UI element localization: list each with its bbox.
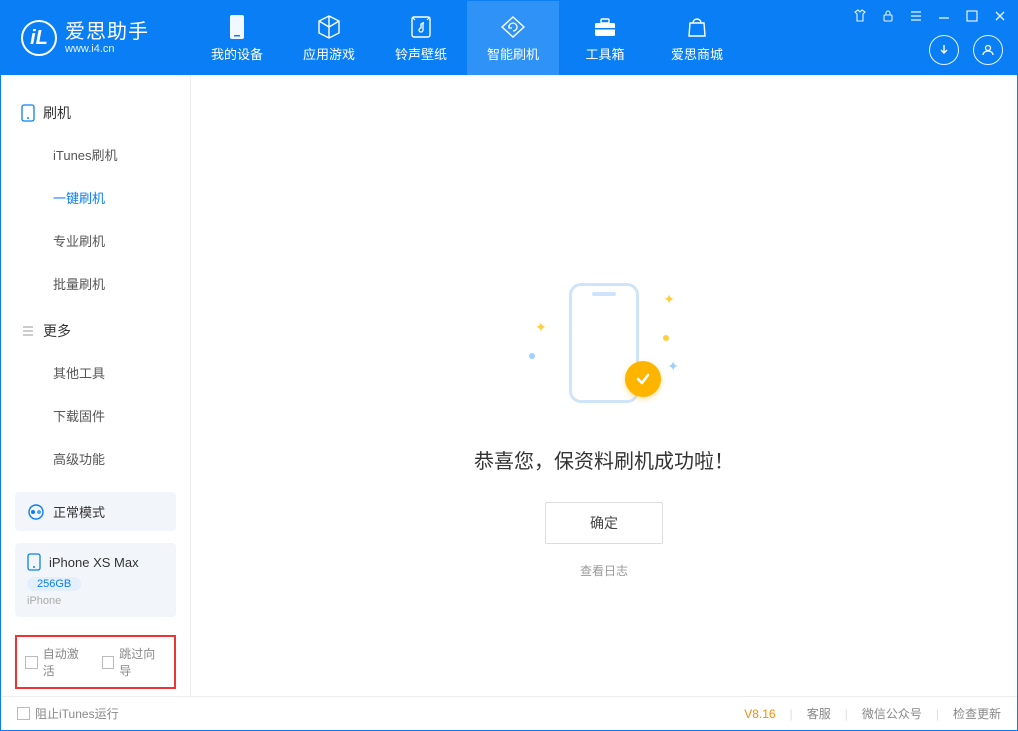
tab-my-device[interactable]: 我的设备 bbox=[191, 1, 283, 75]
sidebar-item-download-firmware[interactable]: 下载固件 bbox=[1, 394, 190, 437]
success-illustration: ✦ ✦ ✦ bbox=[529, 275, 679, 415]
sparkle-icon: ✦ bbox=[667, 358, 679, 375]
phone-icon bbox=[21, 104, 35, 122]
app-body: 刷机 iTunes刷机 一键刷机 专业刷机 批量刷机 更多 其他工具 下载固件 … bbox=[1, 75, 1017, 696]
sparkle-icon: ✦ bbox=[535, 319, 547, 336]
sidebar-section-flash: 刷机 bbox=[1, 93, 190, 133]
mode-label: 正常模式 bbox=[53, 502, 105, 521]
checkbox-auto-activate[interactable]: 自动激活 bbox=[25, 645, 90, 679]
view-log-link[interactable]: 查看日志 bbox=[580, 562, 628, 579]
list-icon bbox=[21, 324, 35, 338]
tab-flash[interactable]: 智能刷机 bbox=[467, 1, 559, 75]
device-icon bbox=[27, 553, 41, 571]
refresh-icon bbox=[500, 14, 526, 40]
maximize-icon[interactable] bbox=[963, 7, 981, 25]
dot-icon bbox=[529, 353, 535, 359]
sparkle-icon: ✦ bbox=[663, 291, 675, 308]
app-window: iL 爱思助手 www.i4.cn 我的设备 应用游戏 铃声壁纸 智能刷机 工具 bbox=[0, 0, 1018, 731]
app-name: 爱思助手 bbox=[65, 21, 149, 43]
footer-wechat[interactable]: 微信公众号 bbox=[862, 705, 922, 722]
mode-icon bbox=[27, 503, 45, 521]
music-icon bbox=[408, 14, 434, 40]
device-storage: 256GB bbox=[27, 577, 81, 591]
sidebar-item-oneclick-flash[interactable]: 一键刷机 bbox=[1, 176, 190, 219]
title-bar: iL 爱思助手 www.i4.cn 我的设备 应用游戏 铃声壁纸 智能刷机 工具 bbox=[1, 1, 1017, 75]
footer-service[interactable]: 客服 bbox=[807, 705, 831, 722]
sidebar-section-more: 更多 bbox=[1, 311, 190, 351]
sidebar-item-batch-flash[interactable]: 批量刷机 bbox=[1, 262, 190, 305]
bag-icon bbox=[684, 14, 710, 40]
sidebar: 刷机 iTunes刷机 一键刷机 专业刷机 批量刷机 更多 其他工具 下载固件 … bbox=[1, 75, 191, 696]
version-label: V8.16 bbox=[744, 707, 775, 721]
tab-apps[interactable]: 应用游戏 bbox=[283, 1, 375, 75]
header-actions bbox=[929, 35, 1003, 65]
sidebar-item-other-tools[interactable]: 其他工具 bbox=[1, 351, 190, 394]
tab-ringtones[interactable]: 铃声壁纸 bbox=[375, 1, 467, 75]
nav-tabs: 我的设备 应用游戏 铃声壁纸 智能刷机 工具箱 爱思商城 bbox=[191, 1, 743, 75]
window-controls bbox=[851, 7, 1009, 25]
close-icon[interactable] bbox=[991, 7, 1009, 25]
success-message: 恭喜您，保资料刷机成功啦！ bbox=[474, 445, 734, 474]
app-logo: iL 爱思助手 www.i4.cn bbox=[11, 20, 191, 56]
dot-icon bbox=[663, 335, 669, 341]
device-name: iPhone XS Max bbox=[49, 555, 139, 570]
download-button[interactable] bbox=[929, 35, 959, 65]
main-content: ✦ ✦ ✦ 恭喜您，保资料刷机成功啦！ 确定 查看日志 bbox=[191, 75, 1017, 696]
checkbox-block-itunes[interactable]: 阻止iTunes运行 bbox=[17, 705, 119, 722]
toolbox-icon bbox=[592, 14, 618, 40]
footer-update[interactable]: 检查更新 bbox=[953, 705, 1001, 722]
menu-icon[interactable] bbox=[907, 7, 925, 25]
tab-toolbox[interactable]: 工具箱 bbox=[559, 1, 651, 75]
ok-button[interactable]: 确定 bbox=[545, 502, 663, 544]
lock-icon[interactable] bbox=[879, 7, 897, 25]
device-icon bbox=[224, 14, 250, 40]
device-type: iPhone bbox=[27, 595, 164, 607]
sidebar-item-advanced[interactable]: 高级功能 bbox=[1, 437, 190, 480]
cube-icon bbox=[316, 14, 342, 40]
user-button[interactable] bbox=[973, 35, 1003, 65]
tab-store[interactable]: 爱思商城 bbox=[651, 1, 743, 75]
check-icon bbox=[625, 361, 661, 397]
sidebar-item-itunes-flash[interactable]: iTunes刷机 bbox=[1, 133, 190, 176]
status-bar: 阻止iTunes运行 V8.16 | 客服 | 微信公众号 | 检查更新 bbox=[1, 696, 1017, 730]
shirt-icon[interactable] bbox=[851, 7, 869, 25]
device-box[interactable]: iPhone XS Max 256GB iPhone bbox=[15, 543, 176, 617]
minimize-icon[interactable] bbox=[935, 7, 953, 25]
logo-icon: iL bbox=[21, 20, 57, 56]
sidebar-item-pro-flash[interactable]: 专业刷机 bbox=[1, 219, 190, 262]
app-url: www.i4.cn bbox=[65, 43, 149, 55]
mode-box[interactable]: 正常模式 bbox=[15, 492, 176, 531]
options-box: 自动激活 跳过向导 bbox=[15, 635, 176, 689]
checkbox-skip-guide[interactable]: 跳过向导 bbox=[102, 645, 167, 679]
